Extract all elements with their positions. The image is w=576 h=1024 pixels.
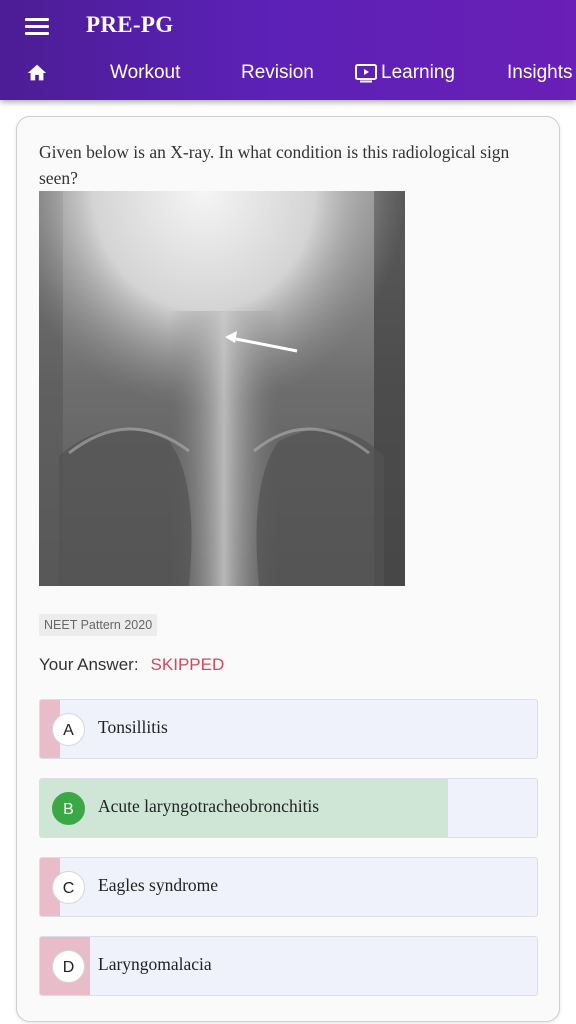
nav-learning-label: Learning: [381, 62, 455, 83]
nav-insights[interactable]: Insights: [507, 50, 572, 98]
option-c[interactable]: C Eagles syndrome: [39, 857, 538, 917]
main-nav: Workout Revision Learning Insights: [0, 50, 576, 98]
nav-insights-label: Insights: [507, 62, 573, 83]
app-header: PRE-PG Workout Revision Learning Insight…: [0, 0, 576, 100]
home-icon: [27, 64, 47, 81]
question-text: Given below is an X-ray. In what conditi…: [39, 142, 510, 188]
option-d[interactable]: D Laryngomalacia: [39, 936, 538, 996]
nav-workout[interactable]: Workout: [110, 50, 180, 98]
your-answer-row: Your Answer: SKIPPED: [39, 655, 224, 675]
option-letter-badge: A: [52, 713, 85, 746]
option-text: Eagles syndrome: [98, 875, 219, 895]
answer-status: SKIPPED: [150, 655, 225, 674]
option-letter-badge: B: [52, 792, 85, 825]
nav-revision-label: Revision: [241, 62, 314, 83]
option-letter-badge: D: [52, 950, 85, 983]
option-b[interactable]: B Acute laryngotracheobronchitis: [39, 778, 538, 838]
option-letter-badge: C: [52, 871, 85, 904]
app-title: PRE-PG: [86, 12, 174, 37]
nav-learning[interactable]: Learning: [354, 50, 455, 98]
option-a[interactable]: A Tonsillitis: [39, 699, 538, 759]
hamburger-menu-icon[interactable]: [22, 14, 52, 40]
exam-pattern-tag: NEET Pattern 2020: [39, 614, 158, 636]
nav-home[interactable]: [26, 50, 48, 98]
option-text: Acute laryngotracheobronchitis: [98, 796, 320, 816]
play-screen-icon: [355, 63, 377, 83]
your-answer-label: Your Answer:: [39, 655, 139, 674]
neck-xray-image: [39, 191, 405, 586]
nav-revision[interactable]: Revision: [241, 50, 314, 98]
option-text: Tonsillitis: [98, 717, 168, 737]
option-text: Laryngomalacia: [98, 954, 212, 974]
nav-workout-label: Workout: [110, 62, 181, 83]
question-card: Given below is an X-ray. In what conditi…: [16, 116, 560, 1022]
